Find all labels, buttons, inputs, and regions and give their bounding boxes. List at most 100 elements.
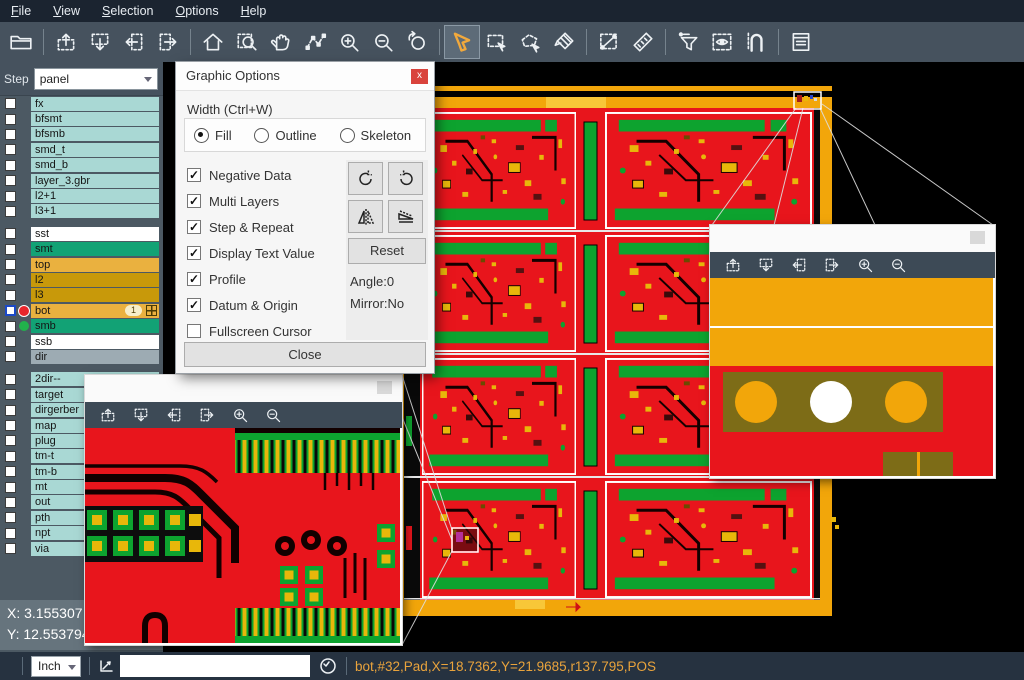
zoom-previous-button[interactable] — [400, 26, 434, 58]
home-view-button[interactable] — [196, 26, 230, 58]
dialog-title-bar[interactable]: Graphic Options x — [176, 62, 434, 91]
zoom-in-button[interactable] — [848, 253, 881, 277]
magnifier-window-right[interactable] — [710, 225, 995, 478]
layer-row[interactable]: l2 — [0, 272, 163, 287]
layer-name[interactable]: smt — [31, 242, 159, 256]
menu-help[interactable]: Help — [230, 0, 278, 22]
checkbox[interactable] — [187, 246, 201, 260]
layer-checkbox[interactable] — [5, 543, 16, 554]
rotate-ccw-button[interactable] — [388, 162, 423, 195]
option-multi-layers[interactable]: Multi Layers — [187, 188, 315, 214]
select-rect-button[interactable] — [479, 26, 513, 58]
checkbox[interactable] — [187, 324, 201, 338]
layer-checkbox[interactable] — [5, 420, 16, 431]
measure-distance-button[interactable] — [592, 26, 626, 58]
layer-row-active[interactable]: bot 1 — [0, 303, 163, 318]
option-display-text-value[interactable]: Display Text Value — [187, 240, 315, 266]
layer-checkbox[interactable] — [5, 160, 16, 171]
zoom-out-button[interactable] — [366, 26, 400, 58]
layer-row[interactable]: smd_t — [0, 142, 163, 157]
open-file-button[interactable] — [4, 26, 38, 58]
snap-search-button[interactable] — [739, 26, 773, 58]
layer-checkbox[interactable] — [5, 144, 16, 155]
zoom-out-button[interactable] — [881, 253, 914, 277]
window-button[interactable] — [970, 231, 985, 244]
import-top-button[interactable] — [716, 253, 749, 277]
radio-fill[interactable]: Fill — [194, 128, 245, 143]
mirror-horizontal-button[interactable] — [348, 200, 383, 233]
layer-checkbox[interactable] — [5, 98, 16, 109]
filter-button[interactable] — [671, 26, 705, 58]
magnifier-title-bar[interactable] — [85, 375, 402, 402]
layer-name[interactable]: smd_t — [31, 143, 159, 157]
layer-checkbox[interactable] — [5, 175, 16, 186]
layer-checkbox[interactable] — [5, 129, 16, 140]
layer-checkbox[interactable] — [5, 351, 16, 362]
layer-row[interactable]: smt — [0, 242, 163, 257]
radio-skeleton[interactable]: Skeleton — [340, 128, 425, 143]
report-list-button[interactable] — [784, 26, 818, 58]
checkbox[interactable] — [187, 168, 201, 182]
step-dropdown[interactable]: panel — [34, 68, 158, 90]
layer-row[interactable]: ssb — [0, 334, 163, 349]
layer-checkbox[interactable] — [5, 482, 16, 493]
layer-row[interactable]: bfsmt — [0, 111, 163, 126]
zoom-window-button[interactable] — [230, 26, 264, 58]
import-left-button[interactable] — [782, 253, 815, 277]
layer-name[interactable]: bot 1 — [31, 304, 159, 318]
checkbox[interactable] — [187, 220, 201, 234]
option-negative-data[interactable]: Negative Data — [187, 162, 315, 188]
import-top-button[interactable] — [91, 403, 124, 427]
angle-measure-icon[interactable] — [98, 657, 116, 675]
checkbox[interactable] — [187, 272, 201, 286]
layer-name[interactable]: sst — [31, 227, 159, 241]
layer-checkbox[interactable] — [5, 259, 16, 270]
layer-checkbox[interactable] — [5, 451, 16, 462]
import-right-button[interactable] — [190, 403, 223, 427]
option-fullscreen-cursor[interactable]: Fullscreen Cursor — [187, 318, 315, 344]
layer-row[interactable]: fx — [0, 96, 163, 111]
measure-path-button[interactable] — [298, 26, 332, 58]
magnifier-view[interactable] — [85, 428, 402, 645]
menu-options[interactable]: Options — [164, 0, 229, 22]
layer-checkbox[interactable] — [5, 374, 16, 385]
magnifier-source-box-bottom[interactable] — [452, 528, 478, 552]
layer-checkbox[interactable] — [5, 244, 16, 255]
layer-row[interactable]: smb — [0, 318, 163, 333]
layer-checkbox[interactable] — [5, 497, 16, 508]
menu-file[interactable]: File — [0, 0, 42, 22]
layer-name[interactable]: ssb — [31, 335, 159, 349]
checkbox[interactable] — [187, 298, 201, 312]
layer-checkbox[interactable] — [5, 512, 16, 523]
view-options-button[interactable] — [705, 26, 739, 58]
layer-name[interactable]: top — [31, 258, 159, 272]
select-polygon-button[interactable] — [513, 26, 547, 58]
layer-checkbox[interactable] — [5, 274, 16, 285]
layer-row[interactable]: smd_b — [0, 158, 163, 173]
layer-name[interactable]: layer_3.gbr — [31, 174, 159, 188]
window-button[interactable] — [377, 381, 392, 394]
layer-checkbox[interactable] — [5, 305, 16, 316]
layer-name[interactable]: smb — [31, 319, 159, 333]
layer-checkbox[interactable] — [5, 435, 16, 446]
layer-checkbox[interactable] — [5, 206, 16, 217]
select-arrow-button[interactable] — [445, 26, 479, 58]
layer-name[interactable]: bfsmb — [31, 127, 159, 141]
close-button[interactable]: Close — [184, 342, 426, 367]
radio-button[interactable] — [254, 128, 269, 143]
option-datum-origin[interactable]: Datum & Origin — [187, 292, 315, 318]
layer-name[interactable]: l3 — [31, 288, 159, 302]
grid-icon[interactable] — [146, 305, 157, 316]
command-input[interactable] — [120, 655, 310, 677]
layer-name[interactable]: l2+1 — [31, 189, 159, 203]
import-left-button[interactable] — [157, 403, 190, 427]
layer-checkbox[interactable] — [5, 336, 16, 347]
radio-button[interactable] — [194, 128, 209, 143]
magnifier-window-bottom[interactable] — [85, 375, 402, 645]
layer-row[interactable]: top — [0, 257, 163, 272]
layer-row[interactable]: sst — [0, 226, 163, 241]
layer-name[interactable]: l2 — [31, 273, 159, 287]
rotate-cw-button[interactable] — [348, 162, 383, 195]
menu-view[interactable]: View — [42, 0, 91, 22]
reset-button[interactable]: Reset — [348, 238, 426, 264]
